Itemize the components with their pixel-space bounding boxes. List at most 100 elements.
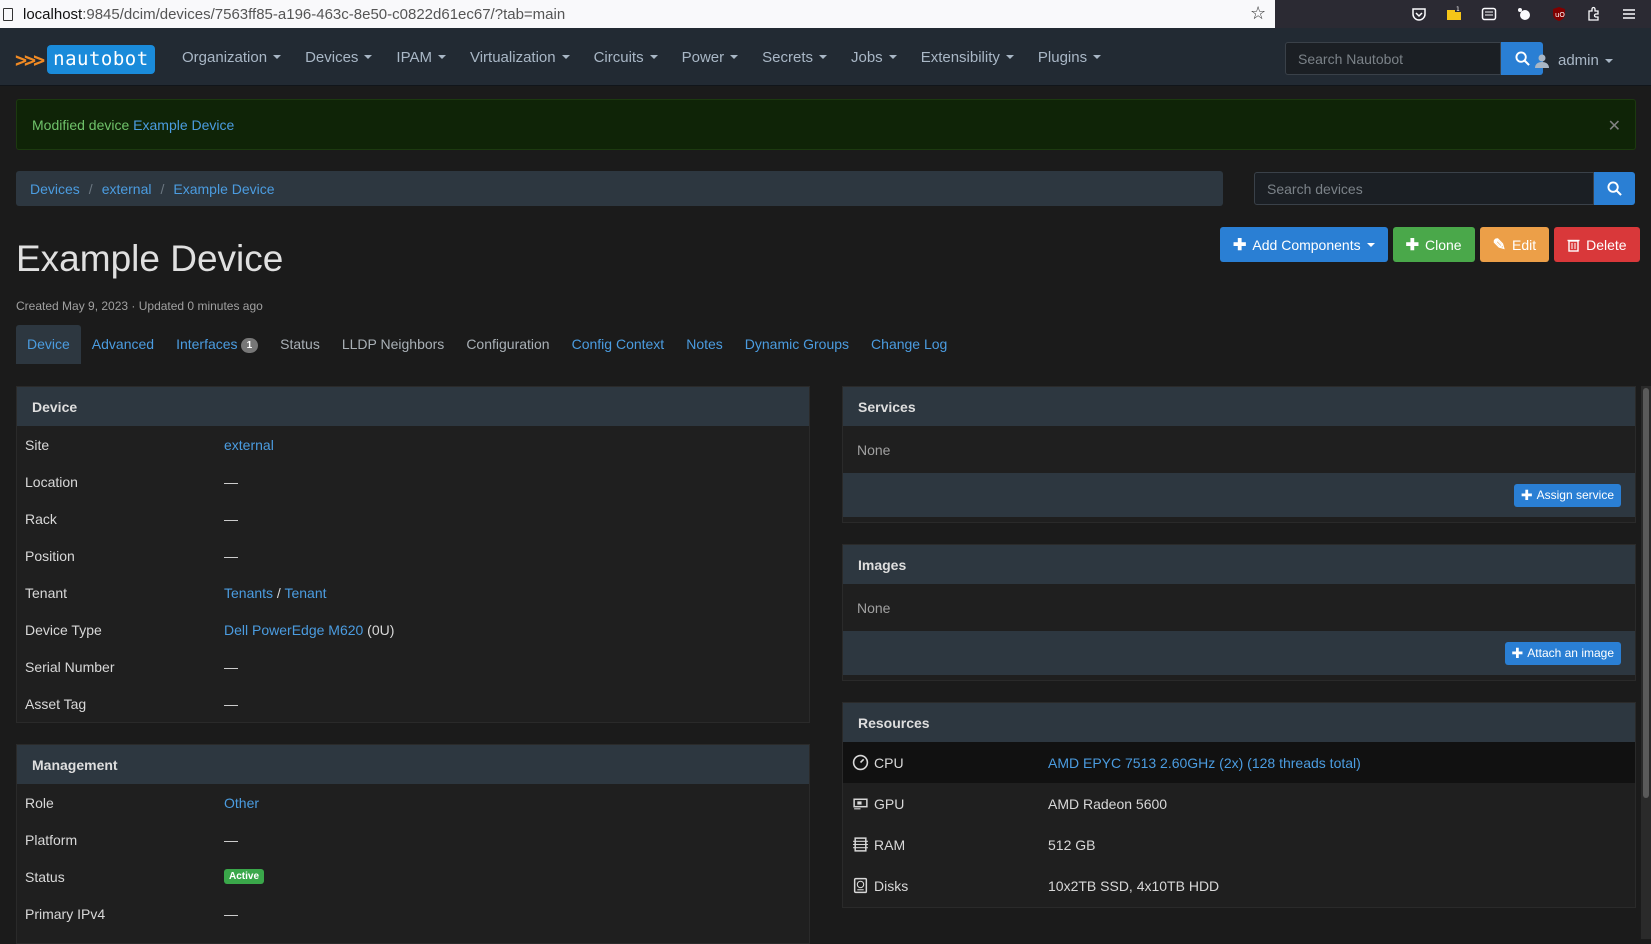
tenant-link[interactable]: Tenant: [284, 585, 326, 601]
gpu-value: AMD Radeon 5600: [1048, 795, 1168, 812]
menu-virtualization[interactable]: Virtualization: [470, 49, 570, 66]
tab-change-log[interactable]: Change Log: [860, 325, 958, 364]
delete-button[interactable]: Delete: [1554, 227, 1640, 262]
device-type-link[interactable]: Dell PowerEdge M620: [224, 622, 363, 638]
services-panel-heading: Services: [843, 387, 1635, 426]
platform-row: Platform —: [25, 831, 238, 848]
svg-text:1: 1: [1456, 6, 1460, 13]
tab-dynamic-groups[interactable]: Dynamic Groups: [734, 325, 860, 364]
plus-icon: ✚: [1405, 236, 1419, 254]
main-menu: Organization Devices IPAM Virtualization…: [182, 28, 1125, 86]
images-footer: ✚ Attach an image: [843, 631, 1635, 675]
site-row: Site external: [25, 436, 274, 453]
close-icon[interactable]: ✕: [1608, 116, 1621, 136]
url-text[interactable]: localhost:9845/dcim/devices/7563ff85-a19…: [23, 6, 565, 23]
menu-organization[interactable]: Organization: [182, 49, 282, 66]
gnome-icon[interactable]: [1516, 6, 1532, 22]
reader-icon[interactable]: [1481, 6, 1497, 22]
images-empty: None: [857, 599, 891, 616]
action-buttons: ✚ Add Components ✚ Clone ✎ Edit Delete: [1220, 227, 1640, 262]
images-panel: Images None ✚ Attach an image: [842, 544, 1636, 681]
add-components-button[interactable]: ✚ Add Components: [1220, 227, 1388, 262]
folder-badge-icon[interactable]: 1: [1446, 6, 1462, 22]
plus-icon: ✚: [1233, 236, 1247, 254]
primary-ipv4-row: Primary IPv4—: [25, 905, 238, 922]
plus-icon: ✚: [1520, 486, 1533, 503]
breadcrumb-device[interactable]: Example Device: [173, 181, 274, 197]
alert-device-link[interactable]: Example Device: [133, 117, 234, 133]
rack-row: Rack —: [25, 510, 238, 527]
site-link[interactable]: external: [224, 437, 274, 453]
device-tabs: Device Advanced Interfaces 1 Status LLDP …: [16, 325, 958, 365]
menu-ipam[interactable]: IPAM: [396, 49, 446, 66]
breadcrumb-separator: /: [88, 180, 93, 197]
disks-value: 10x2TB SSD, 4x10TB HDD: [1048, 877, 1220, 894]
page-scrollbar[interactable]: [1641, 386, 1651, 939]
tab-interfaces[interactable]: Interfaces 1: [165, 325, 269, 364]
address-bar[interactable]: localhost:9845/dcim/devices/7563ff85-a19…: [0, 0, 1275, 28]
services-footer: ✚ Assign service: [843, 473, 1635, 517]
scrollbar-thumb[interactable]: [1643, 388, 1649, 798]
cpu-row: CPU AMD EPYC 7513 2.60GHz (2x) (128 thre…: [843, 742, 1635, 783]
tab-notes[interactable]: Notes: [675, 325, 734, 364]
menu-extensibility[interactable]: Extensibility: [921, 49, 1014, 66]
gpu-icon: [853, 798, 868, 810]
ublock-icon[interactable]: uO: [1551, 6, 1567, 22]
device-search-button[interactable]: [1594, 172, 1635, 205]
pocket-icon[interactable]: [1411, 6, 1427, 22]
tab-advanced[interactable]: Advanced: [81, 325, 165, 364]
created-updated-meta: Created May 9, 2023 · Updated 0 minutes …: [16, 299, 263, 313]
tab-configuration[interactable]: Configuration: [455, 325, 560, 364]
status-badge: Active: [224, 869, 265, 884]
assign-service-button[interactable]: ✚ Assign service: [1513, 483, 1621, 507]
cpu-link[interactable]: AMD EPYC 7513 2.60GHz (2x) (128 threads …: [1048, 755, 1361, 771]
management-panel-heading: Management: [17, 745, 809, 784]
breadcrumb-separator: /: [160, 180, 165, 197]
memory-icon: [853, 837, 868, 852]
tab-config-context[interactable]: Config Context: [561, 325, 676, 364]
menu-power[interactable]: Power: [682, 49, 739, 66]
device-type-row: Device Type Dell PowerEdge M620 (0U): [25, 621, 395, 638]
global-search: [1285, 42, 1543, 75]
search-icon: [1514, 51, 1530, 66]
edit-button[interactable]: ✎ Edit: [1479, 227, 1550, 262]
menu-secrets[interactable]: Secrets: [762, 49, 827, 66]
tab-device[interactable]: Device: [16, 325, 81, 364]
logo-chevrons: >>>: [15, 47, 45, 72]
breadcrumb: Devices / external / Example Device: [16, 171, 1223, 206]
breadcrumb-site[interactable]: external: [102, 181, 152, 197]
hamburger-menu-icon[interactable]: [1621, 6, 1637, 22]
bookmark-star-icon[interactable]: ☆: [1250, 3, 1266, 24]
pencil-icon: ✎: [1492, 236, 1506, 254]
device-search-input[interactable]: [1254, 172, 1594, 205]
asset-tag-row: Asset Tag —: [25, 695, 238, 712]
services-panel: Services None ✚ Assign service: [842, 386, 1636, 523]
device-panel: Device Site external Location — Rack — Posi…: [16, 386, 810, 723]
menu-plugins[interactable]: Plugins: [1038, 49, 1102, 66]
menu-devices[interactable]: Devices: [305, 49, 373, 66]
role-link[interactable]: Other: [224, 795, 259, 811]
tab-status[interactable]: Status: [269, 325, 331, 364]
alert-text: Modified device: [32, 116, 134, 133]
tab-lldp-neighbors[interactable]: LLDP Neighbors: [331, 325, 455, 364]
tenant-group-link[interactable]: Tenants: [224, 585, 273, 601]
gauge-icon: [852, 754, 869, 771]
global-search-input[interactable]: [1285, 42, 1501, 75]
user-menu[interactable]: admin: [1534, 52, 1613, 69]
logo-wordmark: nautobot: [47, 45, 155, 74]
extensions-icon[interactable]: [1586, 6, 1602, 22]
clone-button[interactable]: ✚ Clone: [1392, 227, 1475, 262]
browser-toolbar: localhost:9845/dcim/devices/7563ff85-a19…: [0, 0, 1651, 28]
services-empty: None: [857, 441, 891, 458]
tenant-row: Tenant Tenants / Tenant: [25, 584, 327, 601]
breadcrumb-devices[interactable]: Devices: [30, 181, 80, 197]
position-row: Position —: [25, 547, 238, 564]
status-row: Status Active: [17, 858, 809, 895]
menu-circuits[interactable]: Circuits: [594, 49, 658, 66]
ram-value: 512 GB: [1048, 836, 1096, 853]
attach-image-button[interactable]: ✚ Attach an image: [1504, 641, 1621, 665]
menu-jobs[interactable]: Jobs: [851, 49, 897, 66]
top-navbar: >>> nautobot Organization Devices IPAM V…: [0, 28, 1651, 86]
resources-panel-heading: Resources: [843, 703, 1635, 742]
nautobot-logo[interactable]: >>> nautobot: [15, 45, 155, 74]
